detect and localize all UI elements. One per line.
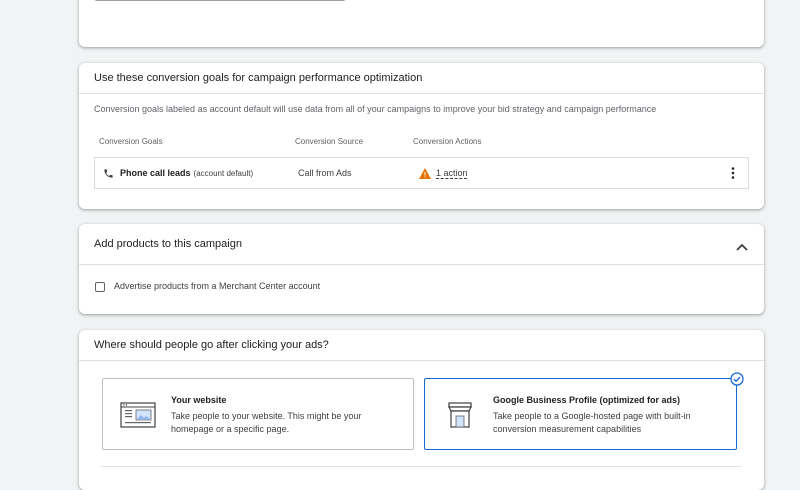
add-products-card: Add products to this campaign Advertise … xyxy=(79,224,764,314)
add-products-title: Add products to this campaign xyxy=(79,224,764,265)
goal-name: Phone call leads (account default) xyxy=(120,158,253,188)
section-divider xyxy=(101,466,741,467)
goal-name-label: Phone call leads xyxy=(120,168,191,178)
option-your-website-description: Take people to your website. This might … xyxy=(171,411,362,434)
option-your-website[interactable]: Your website Take people to your website… xyxy=(102,378,414,450)
merchant-center-checkbox[interactable] xyxy=(95,282,105,292)
warning-icon xyxy=(419,158,431,188)
option-business-profile-title: Google Business Profile (optimized for a… xyxy=(493,395,681,405)
phone-icon xyxy=(103,158,114,188)
storefront-icon xyxy=(446,401,474,434)
ad-destination-title: Where should people go after clicking yo… xyxy=(79,330,764,361)
column-header-actions: Conversion Actions xyxy=(413,137,482,146)
column-header-source: Conversion Source xyxy=(295,137,364,146)
option-your-website-title: Your website xyxy=(171,395,227,405)
previous-section-card xyxy=(79,0,764,47)
conversion-goal-row: Phone call leads (account default) Call … xyxy=(94,157,749,189)
option-business-profile-description: Take people to a Google-hosted page with… xyxy=(493,411,691,434)
chevron-up-icon[interactable] xyxy=(736,238,748,256)
conversion-goals-card: Use these conversion goals for campaign … xyxy=(79,63,764,209)
conversion-goals-title: Use these conversion goals for campaign … xyxy=(79,63,764,94)
goal-default-tag: (account default) xyxy=(193,168,254,178)
column-header-goals: Conversion Goals xyxy=(99,137,163,146)
goal-source: Call from Ads xyxy=(298,168,352,178)
text-input[interactable] xyxy=(94,0,346,1)
conversion-actions-link[interactable]: 1 action xyxy=(436,158,468,188)
website-icon xyxy=(120,402,156,433)
more-vert-icon[interactable] xyxy=(731,158,735,188)
merchant-center-checkbox-label[interactable]: Advertise products from a Merchant Cente… xyxy=(114,281,320,291)
ad-destination-card: Where should people go after clicking yo… xyxy=(79,330,764,490)
option-business-profile[interactable]: Google Business Profile (optimized for a… xyxy=(424,372,744,450)
conversion-goals-description: Conversion goals labeled as account defa… xyxy=(94,104,657,114)
selected-check-icon xyxy=(730,372,744,391)
